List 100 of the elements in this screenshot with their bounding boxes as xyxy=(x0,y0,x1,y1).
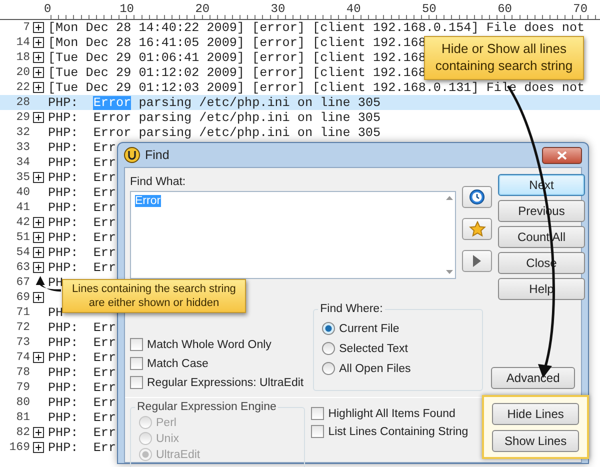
dialog-button[interactable]: Count All xyxy=(498,226,585,248)
radio-label: UltraEdit xyxy=(156,448,200,460)
star-icon xyxy=(468,221,486,237)
play-button[interactable] xyxy=(462,250,492,272)
code-line: PHP: Err xyxy=(48,216,116,230)
star-button[interactable] xyxy=(462,218,492,240)
code-line: [Tue Dec 29 01:06:41 2009] [error] [client 192.168 xyxy=(48,50,426,64)
ruler-label: 60 xyxy=(498,2,512,16)
line-number: 29 xyxy=(15,111,30,124)
expand-icon[interactable] xyxy=(32,82,44,93)
line-number: 33 xyxy=(15,141,30,154)
expand-icon[interactable] xyxy=(32,232,44,243)
dialog-title: Find xyxy=(145,148,170,162)
line-number: 73 xyxy=(15,336,30,349)
code-line: [Mon Dec 28 14:40:22 2009] [error] [client 192.168.0.154] File does not xyxy=(48,20,585,34)
expand-icon[interactable] xyxy=(32,247,44,258)
expand-icon[interactable] xyxy=(32,172,44,183)
line-number: 63 xyxy=(15,261,30,274)
group-title: Regular Expression Engine xyxy=(135,401,278,413)
code-line: PHP: Err xyxy=(48,140,116,154)
play-icon xyxy=(473,255,481,267)
checkbox-label: Highlight All Items Found xyxy=(328,408,456,420)
line-number: 14 xyxy=(15,36,30,49)
line-number: 20 xyxy=(15,66,30,79)
line-number: 78 xyxy=(15,366,30,379)
code-line: PH xyxy=(48,306,64,320)
dialog-button[interactable]: Hide Lines xyxy=(492,402,580,424)
radio-label: Unix xyxy=(156,432,180,444)
code-line: PHP: Err xyxy=(48,366,116,380)
expand-icon[interactable] xyxy=(32,22,44,33)
line-number: 7 xyxy=(22,21,30,34)
code-line: PHP: Err xyxy=(48,230,116,244)
app-icon xyxy=(124,147,140,163)
code-line: PHP: Error parsing /etc/php.ini on line 305 xyxy=(48,126,381,140)
code-line: PHP: Err xyxy=(48,380,116,394)
checkbox[interactable] xyxy=(130,357,143,370)
close-button[interactable] xyxy=(542,146,582,164)
line-number: 22 xyxy=(15,81,30,94)
clock-icon xyxy=(469,189,485,205)
line-number: 51 xyxy=(15,231,30,244)
code-line: [Mon Dec 28 16:41:05 2009] [error] [client 192.168 xyxy=(48,36,426,50)
code-line: PHP: Err xyxy=(48,260,116,274)
line-number: 42 xyxy=(15,216,30,229)
code-line: [Tue Dec 29 01:12:03 2009] [error] [client 192.168.0.131] File does not xyxy=(48,80,585,94)
line-number: 72 xyxy=(15,321,30,334)
expand-icon[interactable] xyxy=(32,262,44,273)
line-number: 71 xyxy=(15,306,30,319)
radio-button[interactable] xyxy=(322,342,336,355)
expand-icon[interactable] xyxy=(32,217,44,228)
expand-icon[interactable] xyxy=(32,352,44,363)
checkbox[interactable] xyxy=(311,425,324,438)
line-number: 169 xyxy=(8,441,30,454)
ruler-label: 0 xyxy=(44,2,52,16)
ruler-label: 40 xyxy=(346,2,361,16)
checkbox[interactable] xyxy=(311,407,324,420)
code-line: PHP: Err xyxy=(48,156,116,170)
clock-button[interactable] xyxy=(462,186,492,208)
dialog-button[interactable]: Show Lines xyxy=(492,430,580,452)
close-icon xyxy=(557,150,567,160)
code-line: PH xyxy=(48,276,64,290)
line-number: 32 xyxy=(15,126,30,139)
code-line: [Tue Dec 29 01:12:02 2009] [error] [client 192.168 xyxy=(48,66,426,80)
line-number: 67 xyxy=(15,276,30,289)
code-line: PHP: Err xyxy=(48,350,116,364)
expand-icon[interactable] xyxy=(32,427,44,438)
radio-label: Perl xyxy=(156,416,176,428)
expand-icon[interactable] xyxy=(32,442,44,453)
ruler-label: 20 xyxy=(195,2,210,16)
expand-icon[interactable] xyxy=(32,67,44,78)
ruler-label: 30 xyxy=(270,2,286,16)
radio-label: All Open Files xyxy=(339,362,411,374)
ruler-label: 10 xyxy=(120,2,134,16)
code-line: PHP: Err xyxy=(48,426,116,440)
line-number: 54 xyxy=(15,246,30,259)
line-number: 34 xyxy=(15,156,30,169)
ruler-label: 70 xyxy=(573,2,588,16)
expand-icon[interactable] xyxy=(32,112,44,123)
checkbox-label: List Lines Containing String xyxy=(328,426,468,438)
checkbox[interactable] xyxy=(130,376,143,389)
expand-icon[interactable] xyxy=(32,52,44,63)
expand-icon[interactable] xyxy=(32,292,44,303)
line-number: 18 xyxy=(15,51,30,64)
checkbox-label: Match Case xyxy=(147,358,208,370)
expand-icon[interactable] xyxy=(32,37,44,48)
line-number: 79 xyxy=(15,381,30,394)
radio-button[interactable] xyxy=(322,362,336,375)
find-what-label: Find What: xyxy=(130,176,187,188)
line-number: 40 xyxy=(15,186,30,199)
line-number: 41 xyxy=(15,201,30,214)
code-line: PHP: Err xyxy=(48,186,116,200)
code-line: PHP: Err xyxy=(48,246,116,260)
code-line: PHP: Error parsing /etc/php.ini on line 305 xyxy=(48,110,381,124)
line-number: 35 xyxy=(15,171,30,184)
checkbox-label: Match Whole Word Only xyxy=(147,338,272,350)
line-number: 80 xyxy=(15,396,30,409)
advanced-button[interactable]: Advanced xyxy=(491,367,575,389)
code-line: PHP: Err xyxy=(48,200,116,214)
checkbox[interactable] xyxy=(130,338,143,351)
radio-button[interactable] xyxy=(322,322,336,335)
callout: Hide or Show all lines containing search string xyxy=(424,36,584,80)
